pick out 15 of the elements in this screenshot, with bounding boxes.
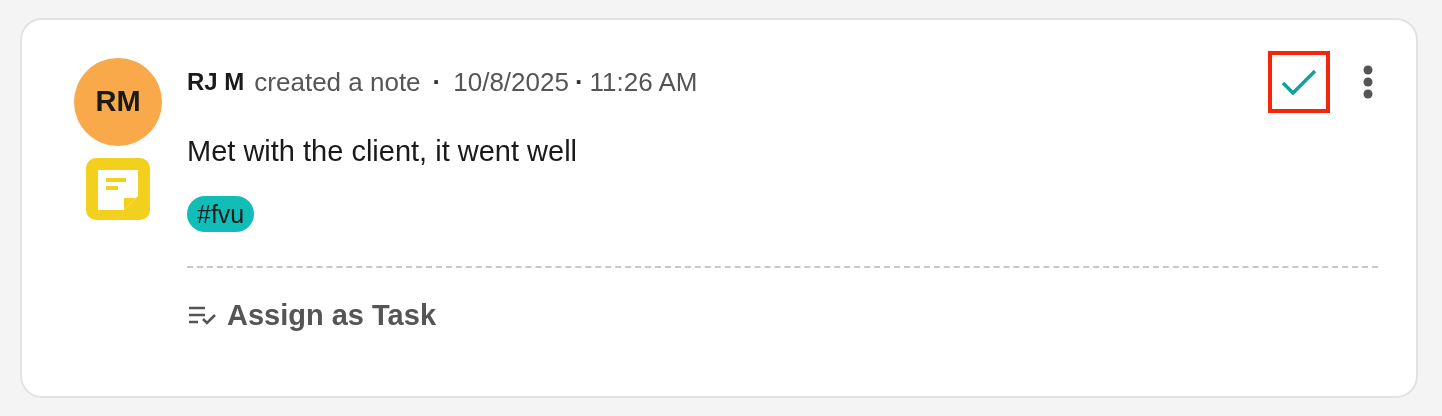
note-icon (86, 158, 150, 220)
assign-task-button[interactable]: Assign as Task (187, 293, 436, 337)
note-time: 11:26 AM (589, 65, 698, 99)
task-list-icon (187, 305, 217, 326)
complete-button[interactable] (1268, 51, 1330, 113)
note-body: Met with the client, it went well (187, 134, 579, 169)
action-text: created a note (254, 65, 421, 99)
avatar: RM (74, 58, 162, 146)
author-name: RJ M (187, 67, 245, 97)
tag[interactable]: #fvu (187, 195, 255, 232)
separator: · (574, 65, 584, 99)
more-icon (1363, 65, 1373, 99)
separator: · (432, 65, 442, 99)
check-icon (1281, 69, 1317, 95)
note-date: 10/8/2025 (453, 65, 569, 99)
